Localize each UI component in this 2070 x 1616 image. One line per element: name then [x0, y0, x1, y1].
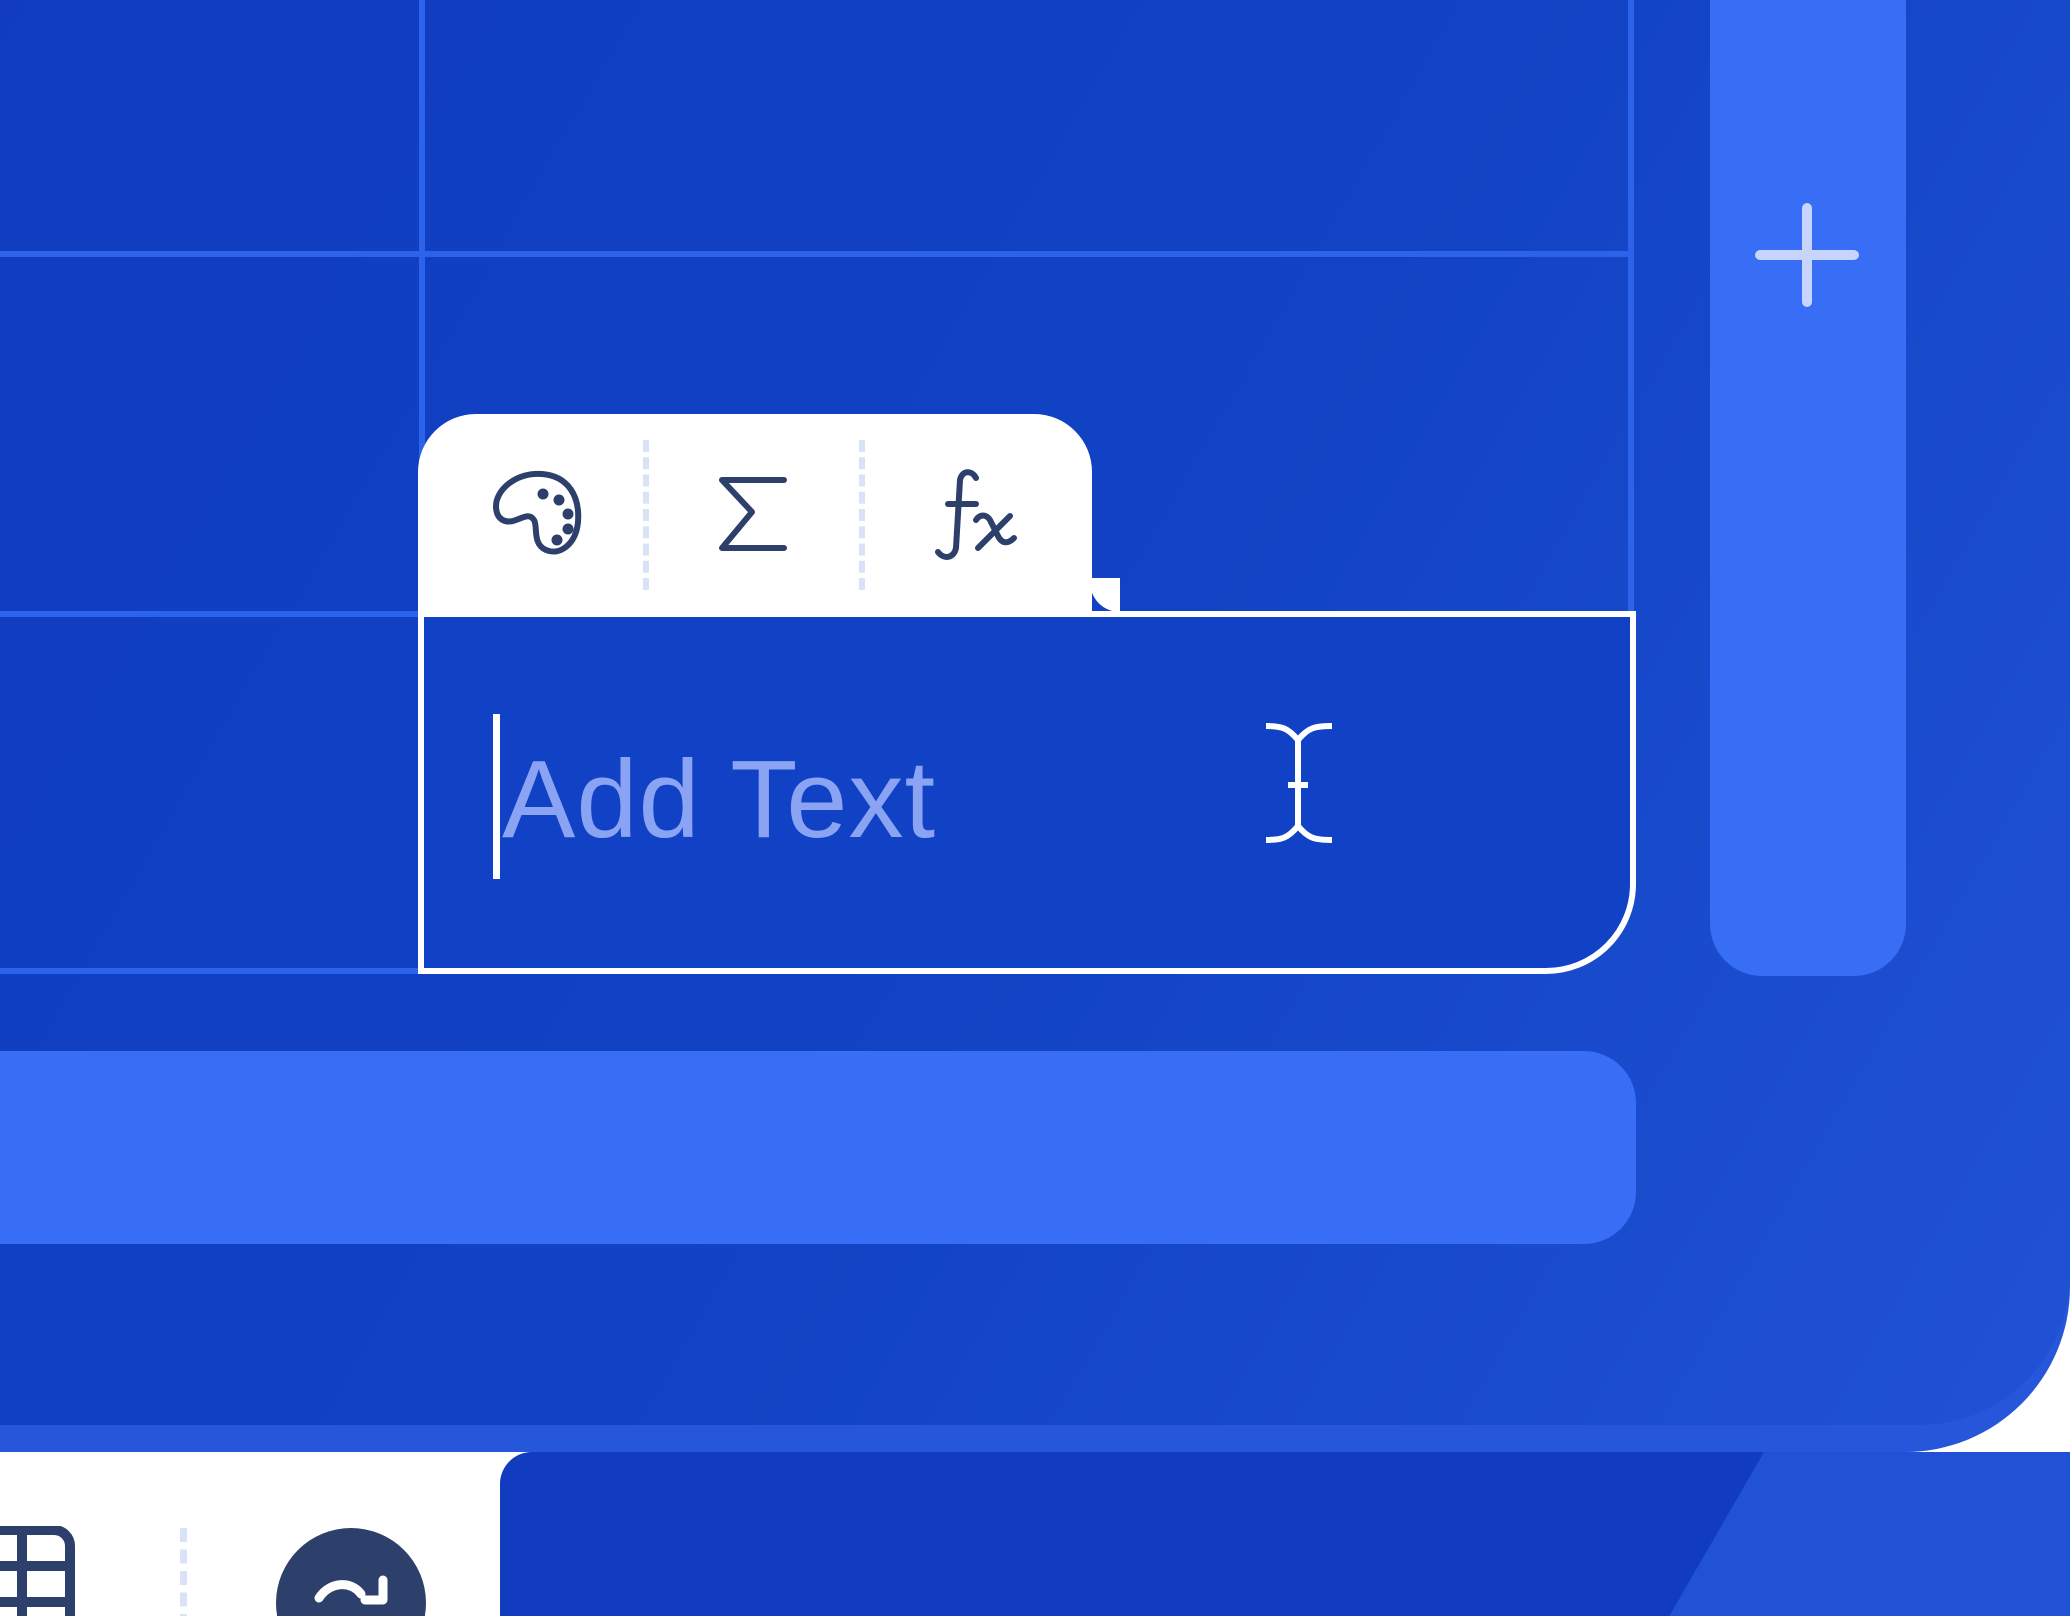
sigma-icon [719, 477, 787, 551]
function-fx-icon [935, 469, 1017, 560]
sync-refresh-icon [314, 1575, 388, 1605]
table-grid-icon [0, 1525, 75, 1616]
spreadsheet-canvas: Add Text [0, 0, 2070, 1616]
bottom-panel-highlight [1625, 1452, 2070, 1616]
i-beam-cursor-icon [1265, 723, 1333, 843]
bottom-separator [180, 1528, 187, 1616]
grid-row-line [0, 251, 1634, 257]
sync-button[interactable] [276, 1528, 426, 1616]
column-rail [1710, 0, 1906, 976]
tool-separator [859, 440, 865, 590]
bottom-panel [500, 1452, 2070, 1616]
grid-column-line [1628, 0, 1634, 620]
format-style-button[interactable] [474, 450, 604, 580]
plus-icon [1755, 203, 1859, 307]
sum-button[interactable] [690, 450, 820, 580]
add-column-button[interactable] [1752, 200, 1862, 310]
grid-row-line [0, 968, 424, 974]
formula-button[interactable] [910, 450, 1040, 580]
tool-separator [643, 440, 649, 590]
table-button[interactable] [0, 1525, 80, 1616]
palette-icon [493, 470, 582, 555]
text-caret [493, 714, 500, 879]
row-bar [0, 1051, 1636, 1244]
grid-row-line [0, 611, 424, 617]
text-placeholder: Add Text [502, 738, 937, 861]
